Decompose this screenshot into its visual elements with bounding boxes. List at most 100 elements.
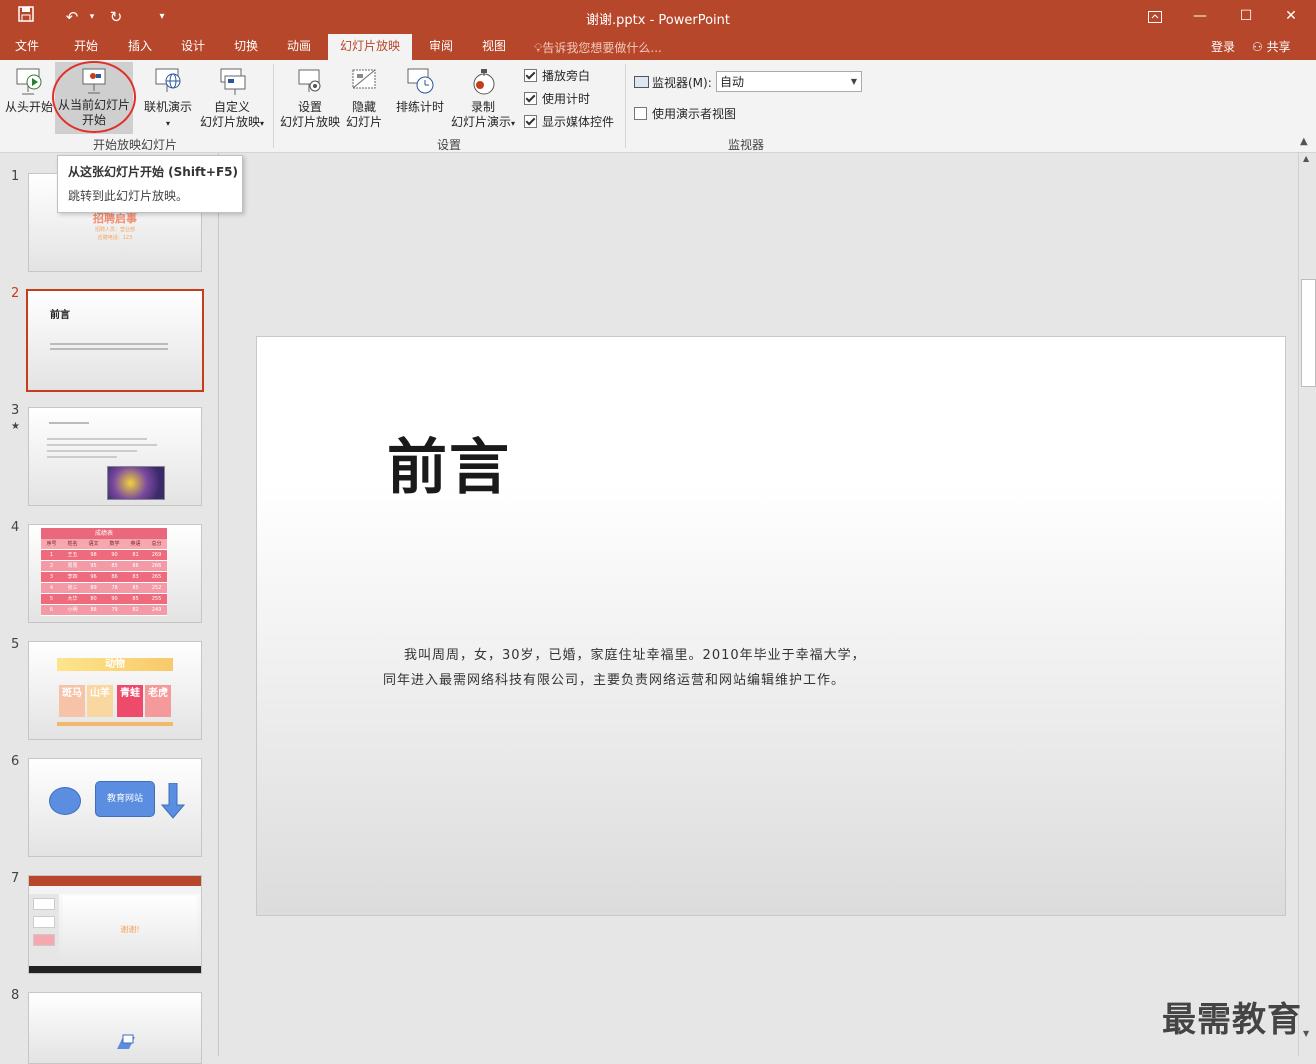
chevron-down-icon: ▼: [850, 77, 857, 86]
table-cell: 86: [132, 563, 139, 569]
slide-number: 1: [11, 169, 20, 184]
table-cell: 序号: [46, 541, 57, 547]
table-cell: 王五: [67, 552, 78, 558]
table-cell: 78: [111, 585, 118, 591]
slide-body-text[interactable]: 我叫周周，女，30岁，已婚，家庭住址幸福里。2010年毕业于幸福大学， 同年进入…: [383, 643, 943, 693]
ribbon-tabs: 文件 开始 插入 设计 切换 动画 幻灯片放映 审阅 视图 💡︎告诉我您想要做什…: [0, 34, 1316, 60]
monitor-select[interactable]: 自动 ▼: [716, 71, 862, 92]
window-title: 谢谢.pptx - PowerPoint: [586, 13, 730, 28]
mini-ribbon: [29, 886, 201, 894]
person-icon: ⚇: [1252, 40, 1263, 54]
slide-number: 4: [11, 520, 20, 535]
minimize-icon[interactable]: —: [1177, 0, 1223, 34]
scrollbar-thumb[interactable]: [1301, 279, 1316, 387]
slide-thumbnail-5[interactable]: 动物 斑马 山羊 青蛙 老虎: [28, 641, 202, 740]
table-cell: 张三: [67, 585, 78, 591]
checkbox-unchecked-icon: [634, 107, 647, 120]
table-cell: 96: [90, 574, 97, 580]
ribbon: 从头开始 从当前幻灯片 开始 联机演示 ▾ 自定义 幻灯片放映▾ 开始放映幻灯片 …: [0, 60, 1316, 153]
slide-thumbnail-2[interactable]: 前言: [26, 289, 204, 392]
slide-canvas[interactable]: 前言 我叫周周，女，30岁，已婚，家庭住址幸福里。2010年毕业于幸福大学， 同…: [256, 336, 1286, 916]
tell-me-box[interactable]: 💡︎告诉我您想要做什么...: [534, 39, 662, 56]
setup-slideshow-button[interactable]: 设置 幻灯片放映: [279, 66, 341, 130]
presenter-view-checkbox[interactable]: 使用演示者视图: [634, 105, 736, 122]
tab-review[interactable]: 审阅: [421, 34, 461, 60]
table-cell: 88: [90, 607, 97, 613]
group-separator: [273, 64, 274, 148]
from-beginning-button[interactable]: 从头开始: [4, 66, 54, 115]
slide-thumbnail-8[interactable]: [28, 992, 202, 1064]
present-online-button[interactable]: 联机演示 ▾: [141, 66, 195, 131]
slide-thumbnail-3[interactable]: [28, 407, 202, 506]
slide-thumbnail-4[interactable]: 成绩表 序号 姓名 语文 数学 英语 总分 1 王五 98 90 81 269 2 周周 95 85 86 266…: [28, 524, 202, 623]
ribbon-display-options-icon[interactable]: [1132, 0, 1178, 34]
table-cell: 266: [151, 563, 162, 569]
play-narrations-checkbox[interactable]: 播放旁白: [524, 67, 590, 84]
close-icon[interactable]: ✕: [1268, 0, 1314, 34]
record-icon: [473, 69, 495, 95]
table-cell: 4: [49, 585, 54, 591]
tab-animations[interactable]: 动画: [279, 34, 319, 60]
table-cell: 李四: [67, 574, 78, 580]
slide-thumbnail-panel: 1 招聘启事 招聘人员：营业部 应聘电话：123 2 前言 3 ★ 4 成绩表 …: [0, 153, 218, 1064]
clipart-icon: [117, 1034, 135, 1049]
tab-view[interactable]: 视图: [474, 34, 514, 60]
chevron-down-icon: ▾: [260, 119, 265, 128]
highlight-circle: [52, 61, 136, 133]
decorative-bar: [57, 722, 173, 726]
login-link[interactable]: 登录: [1211, 38, 1235, 55]
table-row: 5 大华 80 90 85 255: [41, 594, 167, 605]
show-media-controls-checkbox[interactable]: 显示媒体控件: [524, 113, 614, 130]
table-cell: 85: [111, 563, 118, 569]
tab-slideshow[interactable]: 幻灯片放映: [328, 34, 413, 60]
tab-design[interactable]: 设计: [173, 34, 213, 60]
slide-number: 6: [11, 754, 20, 769]
watermark: 最需教育: [1162, 1000, 1302, 1040]
text-placeholder-line: [47, 438, 147, 440]
table-cell: 98: [90, 552, 97, 558]
rehearse-timings-icon: [407, 68, 434, 94]
slide-thumbnail-6[interactable]: 教育网站: [28, 758, 202, 857]
table-cell: 语文: [88, 541, 99, 547]
grade-table: 序号 姓名 语文 数学 英语 总分 1 王五 98 90 81 269 2 周周 95 85 86 266 3 李四 9…: [41, 539, 167, 616]
table-cell: 90: [111, 596, 118, 602]
custom-slideshow-button[interactable]: 自定义 幻灯片放映▾: [196, 66, 268, 131]
chevron-down-icon: ▾: [511, 119, 516, 128]
slide-number: 8: [11, 988, 20, 1003]
table-cell: 80: [90, 596, 97, 602]
table-row: 3 李四 96 86 83 265: [41, 572, 167, 583]
use-timings-checkbox[interactable]: 使用计时: [524, 90, 590, 107]
animation-star-icon: ★: [11, 421, 20, 432]
tab-transitions[interactable]: 切换: [226, 34, 266, 60]
table-cell: 90: [111, 552, 118, 558]
vertical-scrollbar[interactable]: ▲ ▼: [1298, 153, 1316, 1056]
record-slideshow-button[interactable]: 录制 幻灯片演示▾: [447, 66, 519, 131]
table-cell: 85: [132, 585, 139, 591]
scroll-up-icon[interactable]: ▲: [1303, 154, 1309, 163]
maximize-icon[interactable]: ☐: [1223, 0, 1269, 34]
hide-slide-button[interactable]: 隐藏 幻灯片: [342, 66, 386, 130]
chevron-down-icon: ▾: [165, 119, 170, 128]
slide-number: 7: [11, 871, 20, 886]
slide-thumbnail-7[interactable]: 谢谢!: [28, 875, 202, 974]
mini-thumb: [33, 934, 55, 946]
table-cell: 大华: [67, 596, 78, 602]
flower-image: [107, 466, 165, 500]
text-placeholder-line: [50, 348, 168, 350]
slide-title[interactable]: 前言: [387, 419, 511, 506]
scroll-down-icon[interactable]: ▼: [1303, 1029, 1309, 1038]
tab-file[interactable]: 文件: [7, 34, 47, 60]
text-placeholder-line: [47, 456, 117, 458]
collapse-ribbon-icon[interactable]: ▲: [1300, 136, 1308, 147]
table-cell: 249: [151, 607, 162, 613]
text-placeholder-line: [47, 450, 137, 452]
tab-home[interactable]: 开始: [66, 34, 106, 60]
panel-splitter[interactable]: [218, 153, 235, 1056]
table-cell: 82: [132, 607, 139, 613]
text-placeholder-line: [49, 422, 89, 424]
title-bar: ↶ ▾ ↻ ▾ 谢谢.pptx - PowerPoint — ☐ ✕: [0, 0, 1316, 34]
share-button[interactable]: ⚇ 共享: [1252, 38, 1291, 55]
tab-insert[interactable]: 插入: [120, 34, 160, 60]
table-cell: 2: [49, 563, 54, 569]
rehearse-timings-button[interactable]: 排练计时: [392, 66, 448, 115]
